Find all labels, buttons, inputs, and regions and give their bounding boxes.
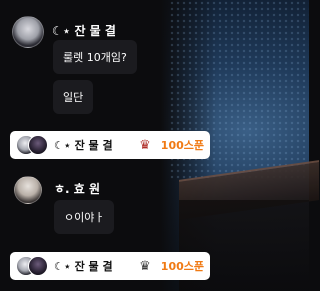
crown-icon: ♛ [139,258,151,274]
donor-name: ☾⋆ 잔 물 결 [54,260,113,273]
chat-message-bubble: 룰렛 10개임? [53,40,137,74]
donation-banner[interactable]: ☾⋆ 잔 물 결 ♛ 100스푼 [10,131,210,159]
donor-name: ☾⋆ 잔 물 결 [54,139,113,152]
donation-banner[interactable]: ☾⋆ 잔 물 결 ♛ 100스푼 [10,252,210,280]
donor-avatars [16,134,50,156]
donation-amount: 100스푼 [160,260,204,273]
chat-message-bubble: 일단 [53,80,94,114]
chat-username[interactable]: ☾⋆ 잔 물 결 [52,22,116,39]
donor-avatars [16,255,50,277]
crown-icon: ♛ [139,137,151,153]
chat-username[interactable]: ㅎ. 효 원 [54,180,100,197]
avatar [28,256,48,276]
chat-message-bubble: ㅇ이야ㅏ [54,200,115,234]
user-avatar[interactable] [12,16,44,48]
chat-panel: ☾⋆ 잔 물 결 룰렛 10개임? 일단 ☾⋆ 잔 물 결 ♛ 100스푼 ㅎ.… [0,0,309,291]
user-avatar[interactable] [14,176,42,204]
donation-amount: 100스푼 [160,139,204,152]
avatar [28,135,48,155]
